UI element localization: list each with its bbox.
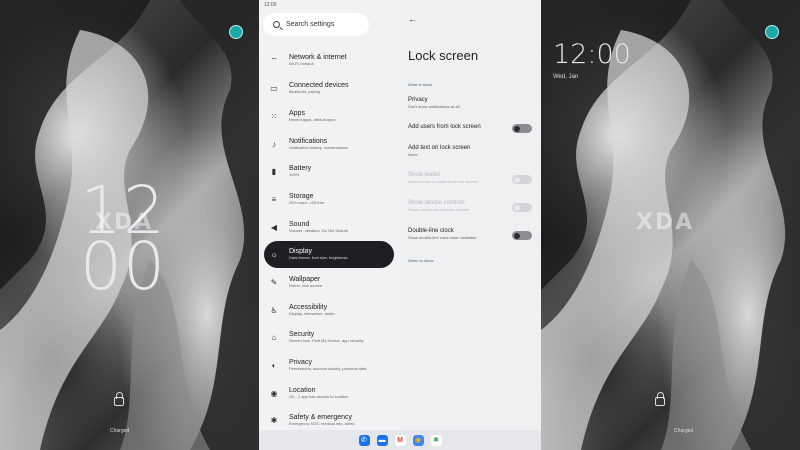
- devices-icon: ▭: [270, 84, 278, 93]
- pref-add-users[interactable]: Add users from lock screen: [408, 124, 536, 133]
- show-wallet-toggle: [512, 175, 532, 184]
- lockscreen-clock: 12 00: [80, 178, 166, 305]
- settings-item-privacy[interactable]: ◐ Privacy Permissions, account activity, …: [264, 352, 394, 379]
- settings-item-location[interactable]: ◉ Location On - 1 app has access to locat…: [264, 380, 394, 407]
- settings-list-pane: 12:00 Search settings ⌔ Network & intern…: [259, 0, 400, 430]
- settings-item-battery[interactable]: ▮ Battery 100%: [264, 158, 394, 185]
- battery-icon: ▮: [271, 167, 277, 176]
- settings-item-wallpaper[interactable]: ✎ Wallpaper Home, lock screen: [264, 269, 394, 296]
- lockscreen-wallpaper-left: 12 00 XDA: [0, 0, 259, 450]
- avatar-icon-left[interactable]: [229, 25, 243, 39]
- search-icon: [273, 21, 280, 28]
- add-users-toggle[interactable]: [512, 124, 532, 133]
- settings-item-connected-devices[interactable]: ▭ Connected devices Bluetooth, pairing: [264, 75, 394, 102]
- charge-status-right: Charged: [674, 428, 694, 434]
- lock-icon: ⌂: [271, 333, 277, 342]
- xda-watermark-right: XDA: [636, 210, 695, 235]
- right-clock: 12:00: [553, 39, 631, 70]
- settings-item-safety[interactable]: ✱ Safety & emergency Emergency SOS, medic…: [264, 407, 394, 430]
- settings-item-storage[interactable]: ≡ Storage 25% used - GB free: [264, 186, 394, 213]
- pref-privacy[interactable]: Privacy Don't show notifications at all: [408, 97, 536, 109]
- pref-add-text[interactable]: Add text on lock screen None: [408, 145, 536, 157]
- taskbar: ✆ ▬ M ◉ ✱: [259, 430, 541, 450]
- double-line-clock-toggle[interactable]: [512, 231, 532, 240]
- chrome-icon[interactable]: ◉: [412, 434, 424, 446]
- section-what-to-show: What to show: [408, 82, 433, 87]
- location-icon: ◉: [270, 389, 278, 398]
- bell-icon: ♪: [272, 140, 276, 149]
- wallpaper-icon: ✎: [270, 278, 278, 287]
- clock-minutes: 00: [80, 228, 166, 305]
- right-date: Wed, Jan: [553, 74, 579, 80]
- page-title: Lock screen: [408, 48, 479, 63]
- settings-item-security[interactable]: ⌂ Security Screen lock, Find My Device, a…: [264, 324, 394, 351]
- section-when-to-show: When to show: [408, 258, 434, 263]
- gmail-icon[interactable]: M: [394, 434, 406, 446]
- status-time: 12:00: [264, 2, 277, 8]
- charge-status-left: Charged: [110, 428, 130, 434]
- apps-icon: ⁙: [270, 112, 278, 121]
- lock-screen-detail-pane: ← Lock screen What to show Privacy Don't…: [400, 0, 541, 430]
- search-placeholder: Search settings: [286, 21, 335, 28]
- settings-item-sound[interactable]: ◀ Sound Volume, vibration, Do Not Disturb: [264, 214, 394, 241]
- phone-icon[interactable]: ✆: [358, 434, 370, 446]
- device-controls-toggle: [512, 203, 532, 212]
- privacy-icon: ◐: [271, 361, 277, 370]
- settings-item-notifications[interactable]: ♪ Notifications Notification history, con…: [264, 131, 394, 158]
- sound-icon: ◀: [270, 223, 278, 232]
- pref-double-line-clock[interactable]: Double-line clock Show double-line clock…: [408, 228, 536, 240]
- messages-icon[interactable]: ▬: [376, 434, 388, 446]
- pref-show-wallet: Show wallet Allow access to wallet from …: [408, 172, 536, 184]
- photos-icon[interactable]: ✱: [430, 434, 442, 446]
- avatar-icon-right[interactable]: [765, 25, 779, 39]
- asterisk-icon: ✱: [270, 416, 278, 425]
- lock-icon: [114, 392, 124, 406]
- display-icon: ☼: [270, 250, 278, 259]
- storage-icon: ≡: [271, 195, 277, 204]
- xda-watermark: XDA: [95, 210, 154, 235]
- accessibility-icon: ♿: [270, 306, 278, 315]
- settings-item-accessibility[interactable]: ♿ Accessibility Display, interaction, aud…: [264, 297, 394, 324]
- lock-icon-right: [655, 392, 665, 406]
- pref-device-controls: Show device controls Show controls for e…: [408, 200, 536, 212]
- settings-item-apps[interactable]: ⁙ Apps Recent apps, default apps: [264, 103, 394, 130]
- back-arrow-icon[interactable]: ←: [408, 14, 417, 24]
- wifi-icon: ⌔: [270, 55, 278, 65]
- settings-item-display[interactable]: ☼ Display Dark theme, font size, brightne…: [264, 241, 394, 268]
- search-settings-bar[interactable]: Search settings: [263, 13, 369, 36]
- settings-item-network[interactable]: ⌔ Network & internet Wi-Fi, hotspot: [264, 47, 394, 74]
